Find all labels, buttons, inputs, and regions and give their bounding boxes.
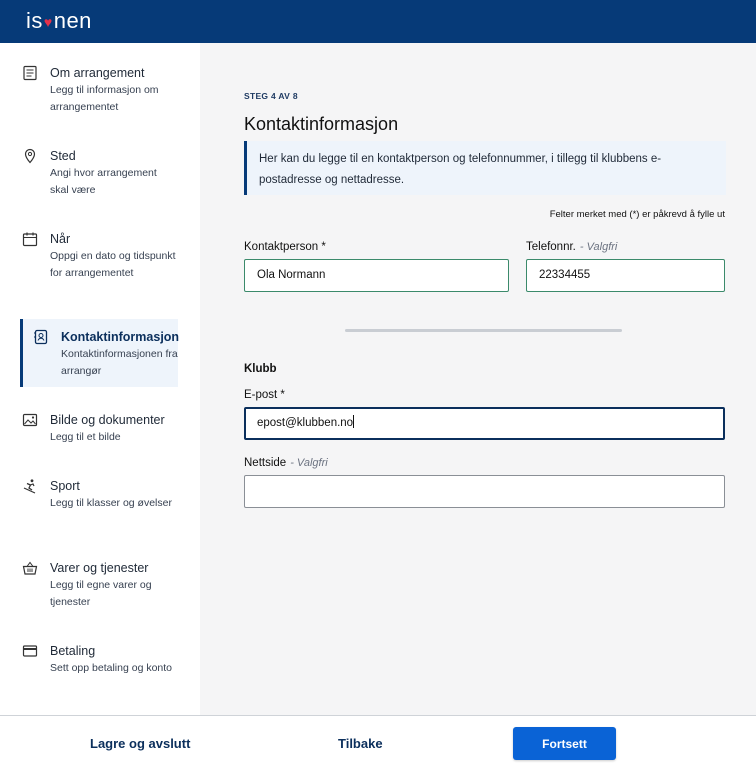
sidebar-item-bilde-og-dokumenter[interactable]: Bilde og dokumenter Legg til et bilde: [22, 412, 178, 446]
sidebar-item-sted[interactable]: Sted Angi hvor arrangement skal være: [22, 148, 178, 198]
sidebar-item-om-arrangement[interactable]: Om arrangement Legg til informasjon om a…: [22, 65, 178, 115]
email-input[interactable]: epost@klubben.no: [244, 407, 725, 440]
logo-heart-icon: ♥: [43, 14, 53, 30]
website-label: Nettside - Valgfri: [244, 457, 328, 469]
required-fields-note: Felter merket med (*) er påkrevd å fylle…: [549, 209, 725, 220]
back-button[interactable]: Tilbake: [338, 736, 383, 751]
basket-icon: [22, 560, 40, 578]
sidebar-item-varer-og-tjenester[interactable]: Varer og tjenester Legg til egne varer o…: [22, 560, 178, 610]
sidebar-item-title: Sted: [50, 149, 76, 163]
image-icon: [22, 412, 40, 430]
location-pin-icon: [22, 148, 40, 166]
sidebar-item-title: Kontaktinformasjon: [61, 330, 180, 344]
sidebar-item-desc: Legg til klasser og øvelser: [50, 497, 172, 509]
website-input[interactable]: [244, 475, 725, 508]
footer-bar: Lagre og avslutt Tilbake Fortsett: [0, 715, 756, 768]
email-value: epost@klubben.no: [257, 417, 354, 429]
sidebar-item-desc: Oppgi en dato og tidspunkt for arrangeme…: [50, 250, 176, 279]
sidebar-item-desc: Legg til informasjon om arrangementet: [50, 84, 159, 113]
step-indicator: STEG 4 AV 8: [244, 91, 298, 101]
credit-card-icon: [22, 643, 40, 661]
continue-button[interactable]: Fortsett: [513, 727, 616, 760]
sidebar-item-naar[interactable]: Når Oppgi en dato og tidspunkt for arran…: [22, 231, 178, 281]
contact-person-label-text: Kontaktperson *: [244, 241, 326, 253]
calendar-icon: [22, 231, 40, 249]
sidebar-item-betaling[interactable]: Betaling Sett opp betaling og konto: [22, 643, 178, 677]
main-content: STEG 4 AV 8 Kontaktinformasjon Her kan d…: [200, 43, 756, 715]
sidebar-item-desc: Kontaktinformasjonen fra arrangør: [61, 348, 178, 377]
phone-label: Telefonnr. - Valgfri: [526, 241, 617, 253]
steps-sidebar: Om arrangement Legg til informasjon om a…: [0, 43, 200, 715]
phone-label-text: Telefonnr.: [526, 241, 576, 253]
sidebar-item-desc: Sett opp betaling og konto: [50, 662, 173, 674]
sidebar-item-title: Betaling: [50, 644, 96, 658]
contact-person-value: Ola Normann: [257, 269, 326, 281]
sidebar-item-title: Når: [50, 232, 71, 246]
phone-optional-hint: - Valgfri: [579, 241, 618, 253]
sidebar-item-desc: Angi hvor arrangement skal være: [50, 167, 157, 196]
top-bar: is ♥ nen: [0, 0, 756, 43]
skier-icon: [22, 478, 40, 496]
email-label-text: E-post *: [244, 389, 285, 401]
website-optional-hint: - Valgfri: [290, 457, 328, 469]
contact-person-label: Kontaktperson *: [244, 241, 326, 253]
phone-input[interactable]: 22334455: [526, 259, 725, 292]
text-caret: [353, 415, 355, 428]
page-title: Kontaktinformasjon: [244, 114, 399, 134]
isonen-logo[interactable]: is ♥ nen: [26, 8, 92, 34]
sidebar-item-title: Sport: [50, 479, 80, 493]
contact-person-input[interactable]: Ola Normann: [244, 259, 509, 292]
document-icon: [22, 65, 40, 83]
save-and-exit-button[interactable]: Lagre og avslutt: [90, 736, 190, 751]
section-divider: [345, 329, 622, 332]
club-section-title: Klubb: [244, 363, 277, 375]
sidebar-item-title: Bilde og dokumenter: [50, 413, 165, 427]
sidebar-item-desc: Legg til et bilde: [50, 431, 121, 443]
sidebar-item-kontaktinformasjon[interactable]: Kontaktinformasjon Kontaktinformasjonen …: [20, 319, 180, 387]
email-label: E-post *: [244, 389, 285, 401]
sidebar-item-title: Om arrangement: [50, 66, 145, 80]
logo-text-left: is: [26, 8, 43, 33]
sidebar-item-title: Varer og tjenester: [50, 561, 149, 575]
sidebar-item-desc: Legg til egne varer og tjenester: [50, 579, 152, 608]
info-box: Her kan du legge til en kontaktperson og…: [244, 141, 726, 195]
phone-value: 22334455: [539, 269, 591, 281]
info-text: Her kan du legge til en kontaktperson og…: [259, 153, 662, 186]
logo-text-right: nen: [53, 8, 92, 33]
contact-book-icon: [33, 329, 51, 347]
sidebar-item-sport[interactable]: Sport Legg til klasser og øvelser: [22, 478, 178, 512]
website-label-text: Nettside: [244, 457, 287, 469]
